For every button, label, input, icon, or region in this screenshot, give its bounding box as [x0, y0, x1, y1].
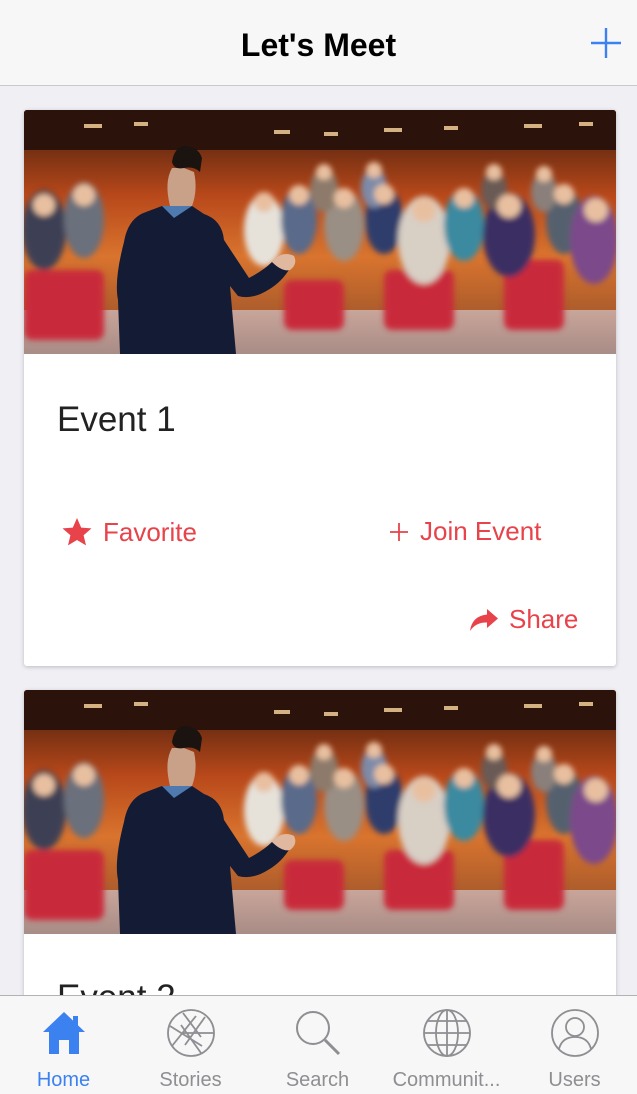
tab-stories[interactable]: Stories: [127, 996, 254, 1094]
star-icon: [62, 518, 92, 546]
event-list[interactable]: Event 1 Favorite Join Event Share Event …: [0, 86, 637, 995]
event-title: Event 2: [57, 978, 176, 995]
user-icon: [550, 1009, 599, 1057]
page-title: Let's Meet: [240, 27, 397, 63]
event-card[interactable]: Event 1 Favorite Join Event Share: [24, 110, 616, 666]
tab-label: Communit...: [392, 1069, 501, 1091]
nav-bar: Let's Meet: [0, 0, 637, 86]
event-image: [24, 690, 616, 934]
event-image: [24, 110, 616, 354]
event-title: Event 1: [57, 400, 176, 439]
tab-community[interactable]: Communit...: [383, 996, 510, 1094]
share-button[interactable]: Share: [469, 604, 578, 635]
join-event-button[interactable]: Join Event: [388, 516, 541, 547]
globe-icon: [422, 1009, 471, 1057]
favorite-button[interactable]: Favorite: [61, 516, 197, 548]
search-icon: [295, 1011, 340, 1056]
tab-label: Home: [36, 1069, 91, 1091]
tab-bar: Home Stories Search Communit... Users: [0, 995, 637, 1094]
share-arrow-icon: [470, 608, 498, 631]
plus-icon: [390, 522, 408, 541]
event-card[interactable]: Event 2: [24, 690, 616, 995]
tab-home[interactable]: Home: [0, 996, 127, 1094]
home-icon: [42, 1012, 85, 1054]
tab-label: Stories: [159, 1069, 222, 1091]
tab-label: Users: [548, 1069, 601, 1091]
tab-label: Search: [285, 1069, 350, 1091]
favorite-label: Favorite: [103, 516, 197, 547]
join-event-label: Join Event: [420, 516, 542, 546]
tab-users[interactable]: Users: [511, 996, 637, 1094]
plus-icon[interactable]: [589, 26, 623, 60]
aperture-icon: [166, 1009, 215, 1057]
share-label: Share: [509, 604, 579, 634]
tab-search[interactable]: Search: [254, 996, 381, 1094]
